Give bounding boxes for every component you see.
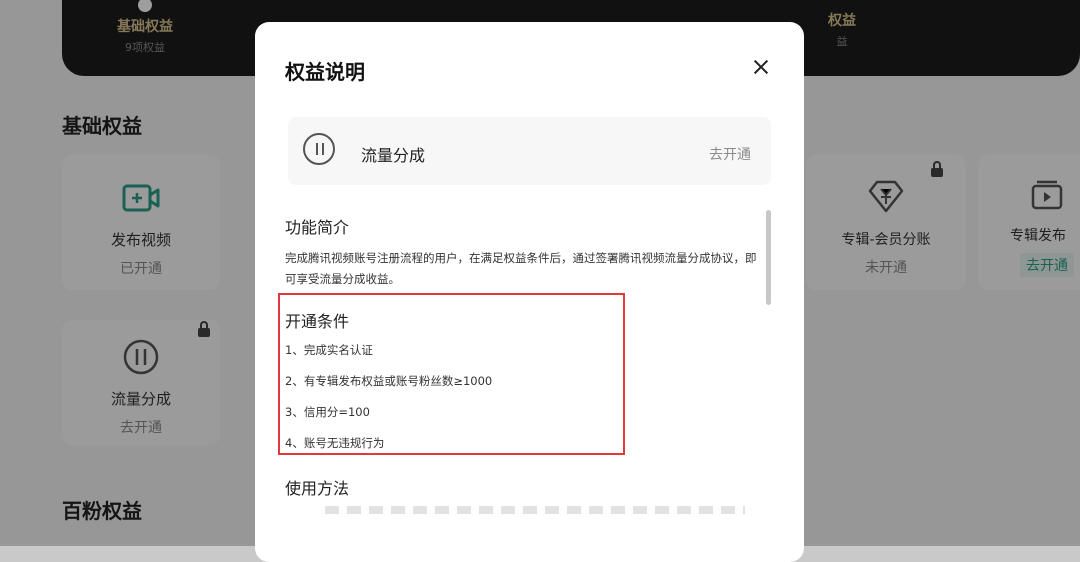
activate-link[interactable]: 去开通 [709,144,751,164]
benefit-detail-modal: 权益说明 流量分成 去开通 功能简介 完成腾讯视频账号注册流程的用户，在满足权益… [255,22,804,562]
blurred-text-line [325,506,745,514]
conditions-title: 开通条件 [285,312,350,331]
traffic-share-icon [303,133,335,165]
scrollbar-thumb[interactable] [766,210,771,305]
modal-title: 权益说明 [285,60,365,84]
feature-row: 流量分成 去开通 [288,117,771,185]
condition-item: 3、信用分=100 [285,405,370,419]
usage-title: 使用方法 [285,479,350,498]
close-icon[interactable] [749,55,773,79]
condition-item: 1、完成实名认证 [285,343,373,357]
condition-item: 2、有专辑发布权益或账号粉丝数≥1000 [285,374,493,388]
feature-name: 流量分成 [361,146,426,165]
intro-text: 完成腾讯视频账号注册流程的用户，在满足权益条件后，通过签署腾讯视频流量分成协议，… [285,251,757,286]
condition-item: 4、账号无违规行为 [285,436,385,450]
intro-title: 功能简介 [285,218,350,237]
